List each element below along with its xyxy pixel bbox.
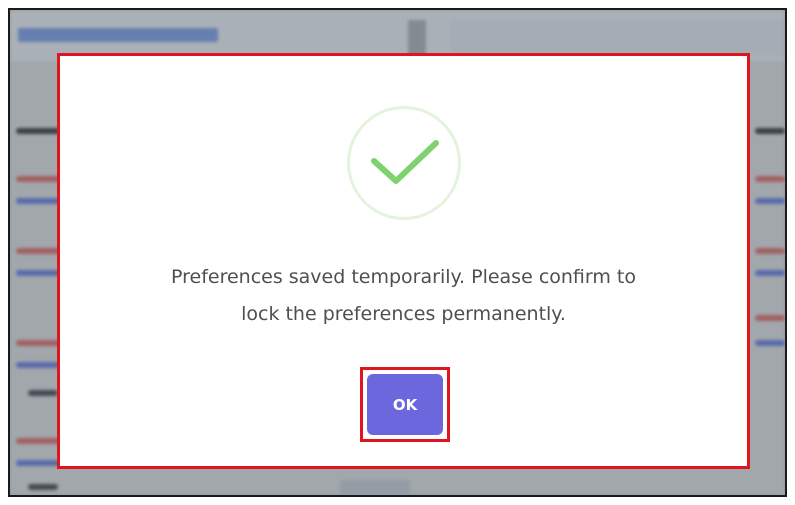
dialog-message-line: lock the preferences permanently. [241,303,566,325]
dialog-message: Preferences saved temporarily. Please co… [80,259,727,333]
dialog-message-line: Preferences saved temporarily. Please co… [170,266,636,288]
dialog-highlight-box: Preferences saved temporarily. Please co… [57,53,750,469]
ok-button[interactable]: OK [367,374,443,435]
ok-button-highlight-box: OK [360,367,450,442]
confirmation-dialog: Preferences saved temporarily. Please co… [60,56,747,466]
check-icon [371,140,439,184]
success-indicator [347,106,461,220]
